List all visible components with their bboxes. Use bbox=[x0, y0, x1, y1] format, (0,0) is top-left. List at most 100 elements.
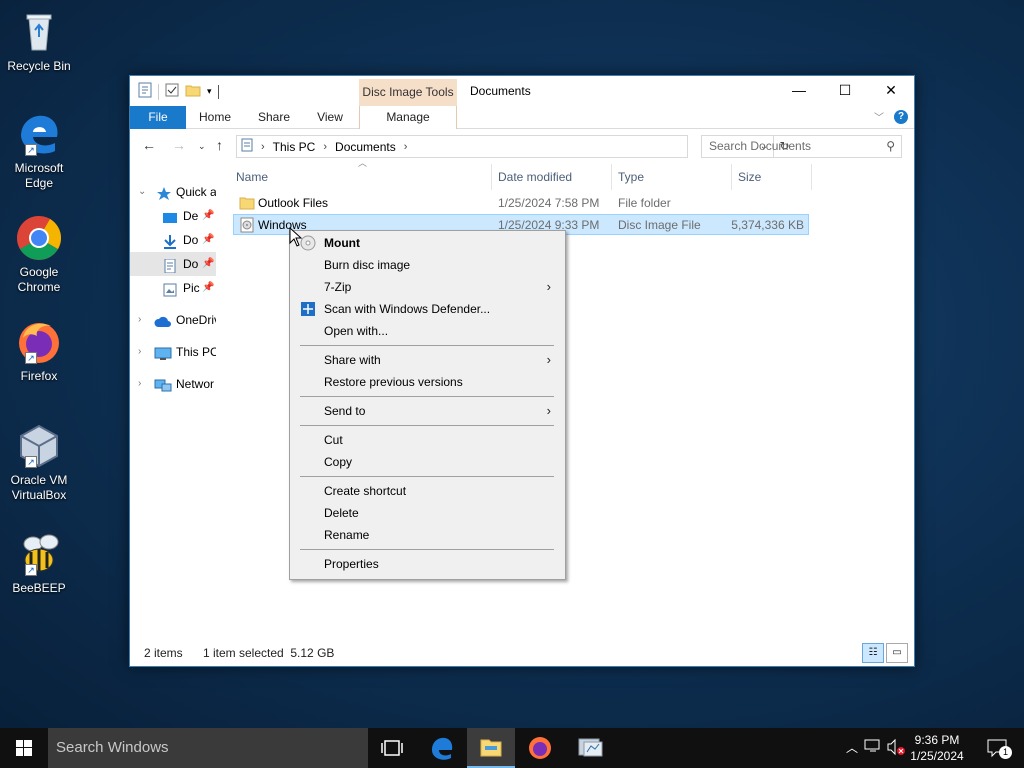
chevron-right-icon[interactable]: › bbox=[138, 340, 141, 364]
menu-item-rename[interactable]: Rename bbox=[292, 524, 563, 546]
nav-this-pc[interactable]: › This PC bbox=[130, 340, 216, 364]
network-icon[interactable] bbox=[864, 738, 882, 757]
tab-file[interactable]: File bbox=[130, 106, 186, 129]
file-row[interactable]: Outlook Files 1/25/2024 7:58 PM File fol… bbox=[233, 193, 809, 214]
help-icon[interactable]: ? bbox=[894, 109, 908, 124]
desktop-icon-firefox[interactable]: ↗ Firefox bbox=[3, 318, 75, 384]
pin-icon[interactable]: 📌 bbox=[202, 228, 214, 252]
minimize-button[interactable]: — bbox=[776, 76, 822, 104]
properties-icon[interactable] bbox=[138, 82, 152, 101]
large-icons-view-icon[interactable]: ▭ bbox=[886, 643, 908, 663]
nav-onedrive[interactable]: › OneDriv bbox=[130, 308, 216, 332]
start-button[interactable] bbox=[0, 728, 48, 768]
address-bar[interactable]: › This PC › Documents › ⌄ ↻ bbox=[236, 135, 790, 158]
notifications-icon[interactable]: 1 bbox=[986, 737, 1012, 759]
expand-ribbon-icon[interactable]: ﹀ bbox=[874, 109, 884, 124]
pin-icon[interactable]: 📌 bbox=[202, 204, 214, 228]
menu-item-7zip[interactable]: 7-Zip › bbox=[292, 276, 563, 298]
menu-item-mount[interactable]: Mount bbox=[292, 232, 563, 254]
pin-icon[interactable]: 📌 bbox=[202, 252, 214, 276]
taskbar-search-input[interactable]: Search Windows bbox=[48, 728, 368, 768]
taskbar-app[interactable] bbox=[566, 728, 614, 768]
nav-documents[interactable]: Do 📌 bbox=[130, 252, 216, 276]
chevron-down-icon[interactable]: ⌄ bbox=[138, 180, 146, 204]
column-name[interactable]: Name bbox=[230, 164, 492, 190]
chevron-right-icon[interactable]: › bbox=[323, 141, 327, 153]
menu-item-properties[interactable]: Properties bbox=[292, 553, 563, 575]
desktop-icon-label: Microsoft Edge bbox=[14, 161, 64, 190]
submenu-arrow-icon: › bbox=[546, 279, 551, 294]
menu-item-copy[interactable]: Copy bbox=[292, 451, 563, 473]
chevron-right-icon[interactable]: › bbox=[138, 308, 141, 332]
shield-icon bbox=[300, 301, 316, 317]
details-view-icon[interactable]: ☷ bbox=[862, 643, 884, 663]
file-name: Outlook Files bbox=[258, 196, 329, 210]
new-folder-icon[interactable] bbox=[185, 83, 201, 100]
back-arrow-icon[interactable]: ← bbox=[142, 137, 156, 153]
nav-desktop[interactable]: De 📌 bbox=[130, 204, 216, 228]
tab-share[interactable]: Share bbox=[248, 106, 300, 129]
nav-downloads[interactable]: Do 📌 bbox=[130, 228, 216, 252]
recent-locations-icon[interactable]: ⌄ bbox=[198, 141, 206, 152]
customize-qat-icon[interactable]: ▾ bbox=[207, 86, 212, 97]
tab-manage[interactable]: Manage bbox=[359, 106, 457, 129]
close-button[interactable]: ✕ bbox=[868, 76, 914, 104]
desktop-icon-label: Oracle VM VirtualBox bbox=[10, 473, 68, 502]
pin-icon[interactable]: 📌 bbox=[202, 276, 214, 300]
taskbar-edge[interactable] bbox=[418, 728, 466, 768]
desktop-icon-edge[interactable]: ↗ Microsoft Edge bbox=[3, 110, 75, 191]
checkbox-icon[interactable] bbox=[165, 83, 179, 100]
up-arrow-icon[interactable]: ↑ bbox=[216, 137, 223, 153]
column-date-modified[interactable]: Date modified bbox=[492, 164, 612, 190]
tab-view[interactable]: View bbox=[306, 106, 354, 129]
cloud-icon bbox=[154, 313, 171, 327]
address-row: ← → ⌄ ↑ › This PC › Documents › ⌄ ↻ Sear… bbox=[130, 132, 914, 160]
shortcut-arrow-icon: ↗ bbox=[25, 564, 37, 576]
breadcrumb-this-pc[interactable]: This PC bbox=[273, 140, 316, 154]
item-count: 2 items bbox=[144, 646, 183, 660]
nav-network[interactable]: › Networ bbox=[130, 372, 216, 396]
clock-date: 1/25/2024 bbox=[910, 749, 964, 763]
nav-pictures[interactable]: Pic 📌 bbox=[130, 276, 216, 300]
column-size[interactable]: Size bbox=[732, 164, 812, 190]
menu-item-delete[interactable]: Delete bbox=[292, 502, 563, 524]
edge-icon: ↗ bbox=[15, 110, 63, 158]
task-view-button[interactable] bbox=[368, 728, 416, 768]
menu-label: Rename bbox=[324, 528, 370, 542]
desktop-icon-recycle-bin[interactable]: Recycle Bin bbox=[3, 8, 75, 74]
chevron-right-icon[interactable]: › bbox=[404, 141, 408, 153]
search-input[interactable]: Search Documents ⚲ bbox=[701, 135, 902, 158]
shortcut-arrow-icon: ↗ bbox=[25, 144, 37, 156]
column-type[interactable]: Type bbox=[612, 164, 732, 190]
desktop-icon-virtualbox[interactable]: ↗ Oracle VM VirtualBox bbox=[3, 422, 75, 503]
menu-item-burn-disc-image[interactable]: Burn disc image bbox=[292, 254, 563, 276]
menu-label: Delete bbox=[324, 506, 359, 520]
menu-item-restore-previous-versions[interactable]: Restore previous versions bbox=[292, 371, 563, 393]
clock[interactable]: 9:36 PM 1/25/2024 bbox=[902, 732, 972, 764]
file-type: File folder bbox=[618, 196, 671, 210]
breadcrumb-documents[interactable]: Documents bbox=[335, 140, 396, 154]
desktop-icon-chrome[interactable]: Google Chrome bbox=[3, 214, 75, 295]
maximize-button[interactable]: ☐ bbox=[822, 76, 868, 104]
taskbar-firefox[interactable] bbox=[516, 728, 564, 768]
menu-item-send-to[interactable]: Send to › bbox=[292, 400, 563, 422]
chevron-right-icon[interactable]: › bbox=[138, 372, 141, 396]
nav-label: OneDriv bbox=[176, 313, 216, 327]
taskbar-file-explorer[interactable] bbox=[467, 728, 515, 768]
desktop-icon bbox=[162, 209, 178, 223]
firefox-icon: ↗ bbox=[15, 318, 63, 366]
nav-quick-access[interactable]: ⌄ Quick a bbox=[130, 180, 216, 204]
task-view-icon bbox=[381, 740, 403, 756]
taskbar-search-placeholder: Search Windows bbox=[56, 739, 169, 756]
show-hidden-icons-icon[interactable]: ︿ bbox=[846, 739, 858, 756]
chevron-right-icon: › bbox=[261, 140, 265, 153]
forward-arrow-icon[interactable]: → bbox=[172, 137, 186, 153]
menu-item-cut[interactable]: Cut bbox=[292, 429, 563, 451]
menu-item-open-with[interactable]: Open with... bbox=[292, 320, 563, 342]
tab-home[interactable]: Home bbox=[190, 106, 240, 129]
desktop-icon-beebeep[interactable]: ↗ BeeBEEP bbox=[3, 530, 75, 596]
menu-item-scan-defender[interactable]: Scan with Windows Defender... bbox=[292, 298, 563, 320]
menu-item-create-shortcut[interactable]: Create shortcut bbox=[292, 480, 563, 502]
window-title: Documents bbox=[470, 84, 531, 98]
menu-item-share-with[interactable]: Share with › bbox=[292, 349, 563, 371]
